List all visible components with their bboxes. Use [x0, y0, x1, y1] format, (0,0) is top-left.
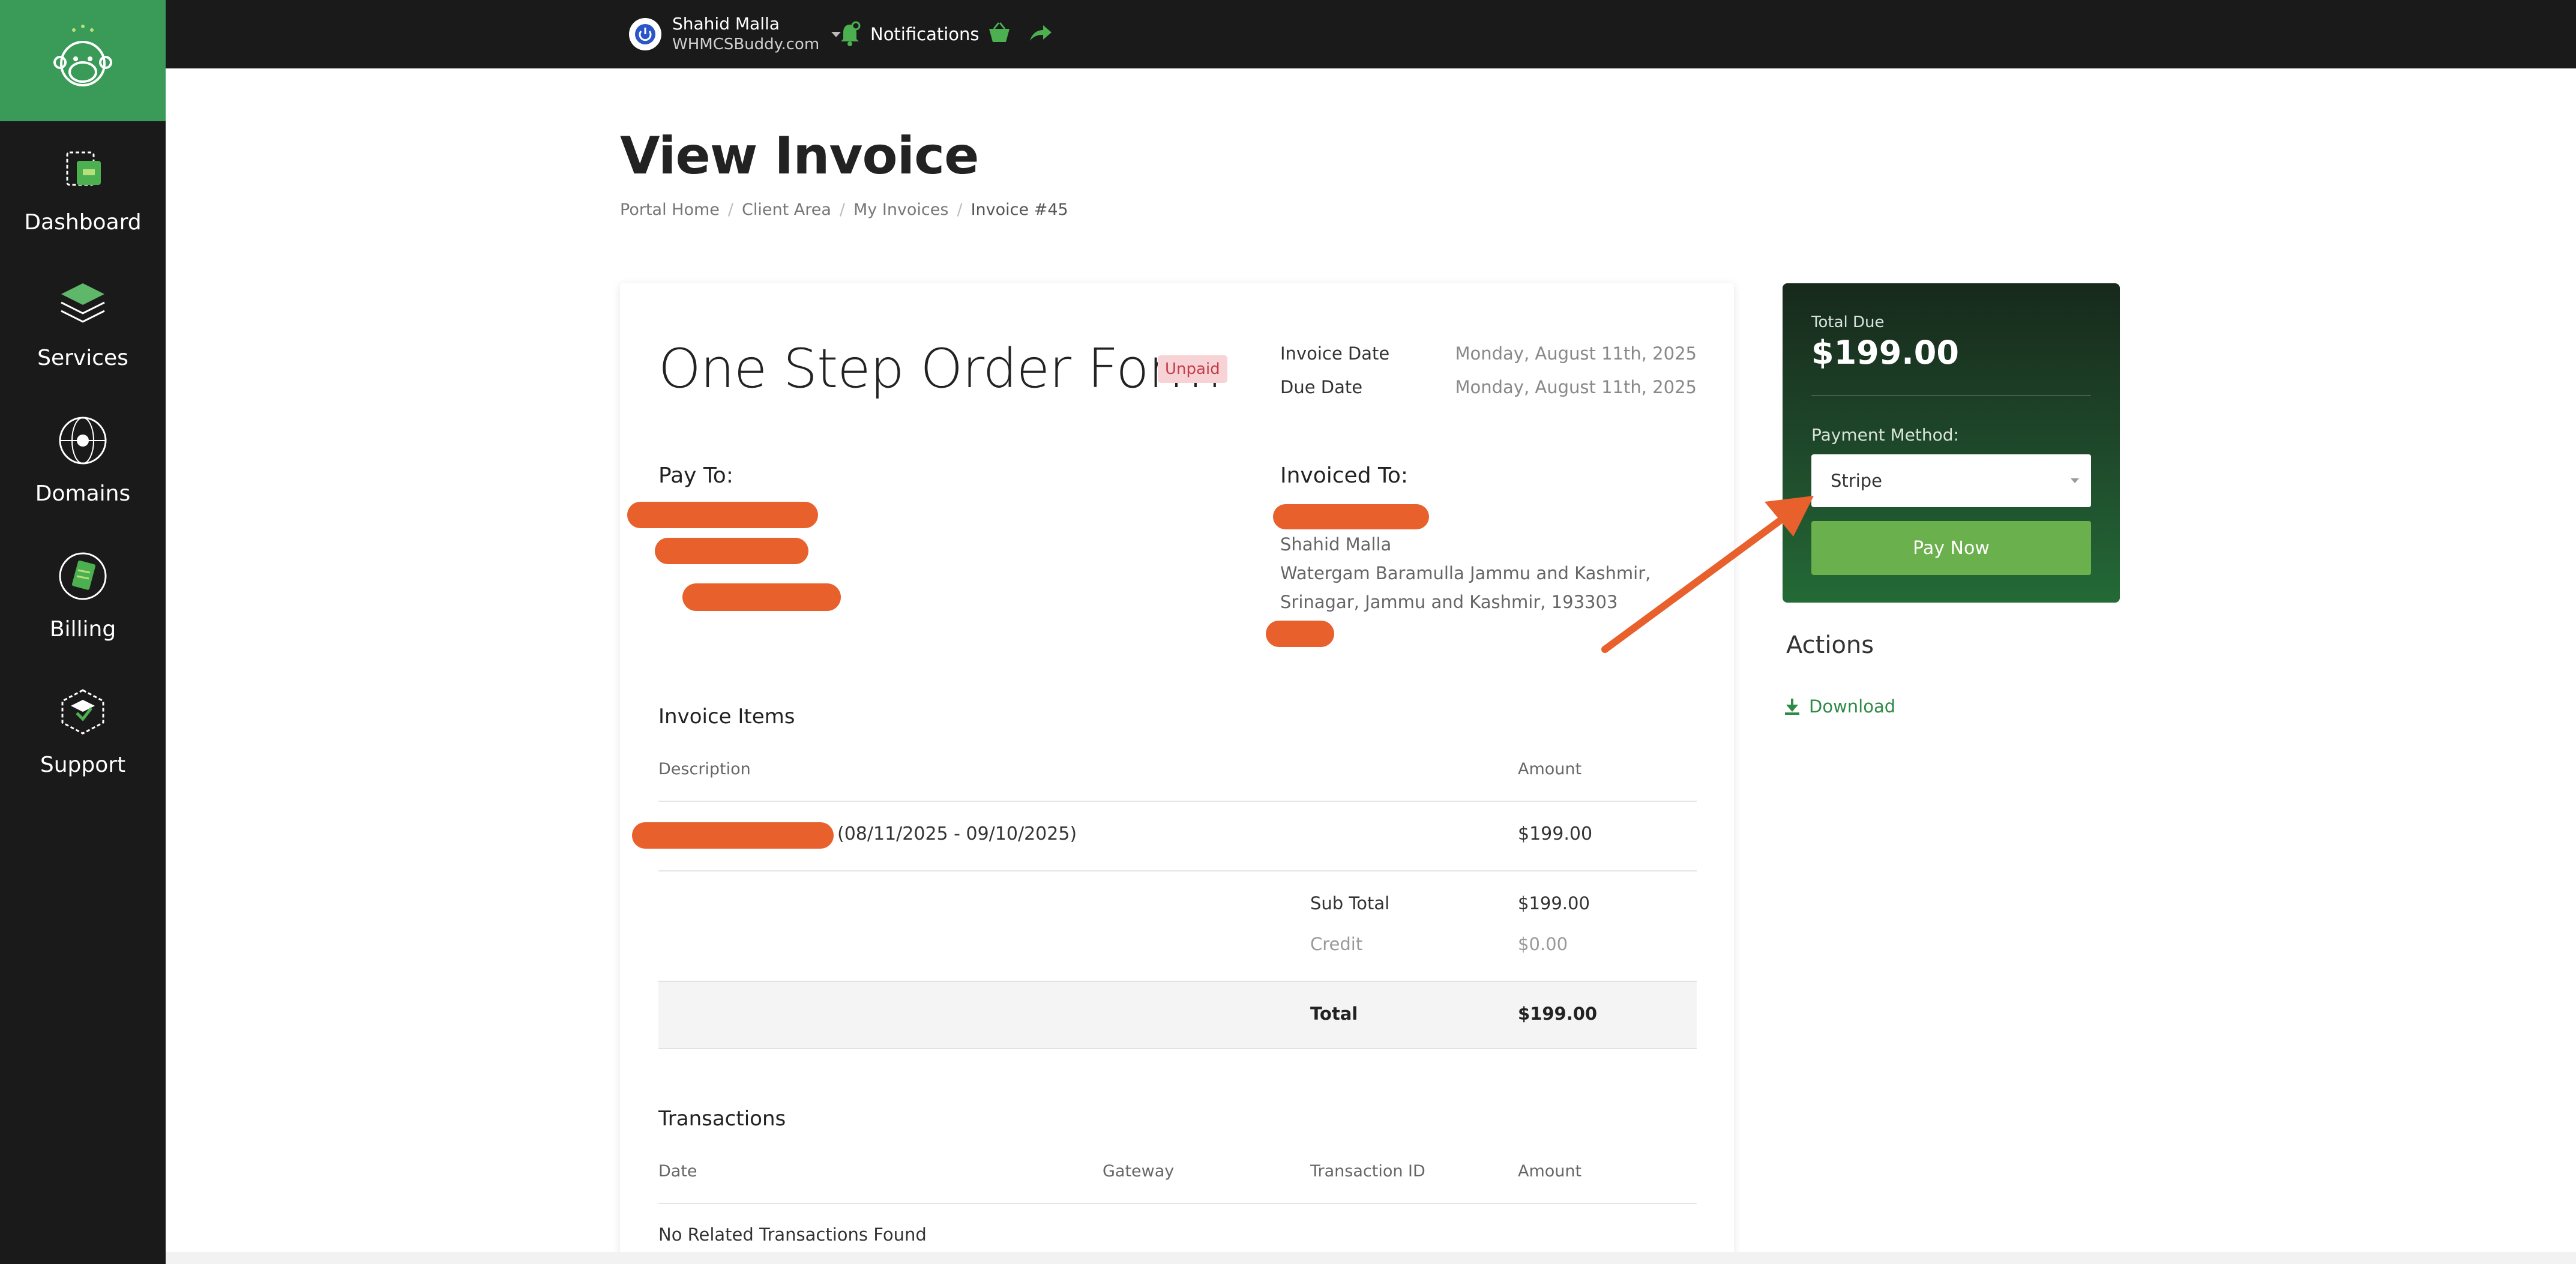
sidebar-item-services[interactable]: Services [0, 275, 166, 395]
breadcrumb-link-client-area[interactable]: Client Area [742, 200, 831, 219]
dashboard-icon [66, 151, 101, 186]
breadcrumb: Portal Home / Client Area / My Invoices … [620, 200, 1068, 219]
sidebar-item-billing[interactable]: Billing [0, 546, 166, 666]
item-amount: $199.00 [1518, 823, 1593, 844]
sidebar-item-label: Billing [49, 617, 116, 642]
breadcrumb-separator: / [839, 200, 845, 219]
due-date-value: Monday, August 11th, 2025 [1455, 377, 1697, 397]
page-bottom-edge [166, 1252, 2576, 1264]
payment-method-label: Payment Method: [1811, 425, 1959, 445]
redaction-mark [655, 538, 808, 564]
item-description: (08/11/2025 - 09/10/2025) [837, 823, 1077, 844]
pay-now-button[interactable]: Pay Now [1811, 521, 2091, 575]
logout-button[interactable] [1028, 20, 1053, 48]
divider [1811, 395, 2091, 396]
invoice-date-value: Monday, August 11th, 2025 [1455, 343, 1697, 364]
breadcrumb-separator: / [727, 200, 733, 219]
monkey-logo-icon [53, 25, 112, 86]
brand-logo[interactable] [0, 0, 166, 121]
invoice-date-label: Invoice Date [1280, 343, 1390, 364]
sidebar-item-support[interactable]: Support [0, 682, 166, 802]
invoice-card: One Step Order Form Unpaid Invoice Date … [620, 283, 1734, 1264]
divider [658, 801, 1697, 802]
page-title: View Invoice [620, 126, 979, 186]
sidebar: Dashboard Services Domains Billing Suppo… [0, 0, 166, 1264]
column-header-description: Description [658, 760, 751, 778]
share-arrow-icon [1030, 25, 1052, 41]
avatar [629, 18, 661, 50]
invoiced-to-name: Shahid Malla [1280, 534, 1392, 555]
credit-value: $0.00 [1518, 934, 1568, 954]
redaction-mark [682, 583, 841, 611]
invoice-items-heading: Invoice Items [658, 705, 795, 729]
column-header-amount: Amount [1518, 1162, 1582, 1181]
basket-icon [989, 22, 1010, 42]
payment-panel: Total Due $199.00 Payment Method: Stripe… [1783, 283, 2120, 603]
breadcrumb-link-my-invoices[interactable]: My Invoices [853, 200, 948, 219]
sidebar-item-dashboard[interactable]: Dashboard [0, 139, 166, 259]
notifications-label: Notifications [870, 24, 980, 44]
top-bar: Shahid Malla WHMCSBuddy.com Notification… [166, 0, 2576, 68]
breadcrumb-link-portal-home[interactable]: Portal Home [620, 200, 720, 219]
invoiced-to-address-line2: Srinagar, Jammu and Kashmir, 193303 [1280, 592, 1618, 612]
total-value: $199.00 [1518, 1004, 1598, 1024]
sidebar-item-label: Dashboard [24, 210, 142, 235]
subtotal-label: Sub Total [1310, 893, 1390, 913]
chevron-down-icon [2071, 478, 2079, 483]
payment-method-value: Stripe [1831, 471, 1883, 491]
redaction-mark [632, 822, 834, 849]
domains-icon [59, 417, 107, 465]
bell-icon [841, 21, 861, 46]
pay-to-heading: Pay To: [658, 463, 733, 488]
payment-method-select[interactable]: Stripe [1811, 454, 2091, 507]
power-icon [635, 24, 655, 44]
redaction-mark [1273, 504, 1429, 529]
invoice-title: One Step Order Form [658, 337, 1221, 400]
billing-icon [59, 552, 107, 600]
cart-button[interactable] [987, 20, 1012, 48]
credit-label: Credit [1310, 934, 1363, 954]
column-header-gateway: Gateway [1103, 1162, 1175, 1181]
user-domain: WHMCSBuddy.com [672, 35, 820, 53]
sidebar-item-label: Services [37, 346, 128, 370]
due-date-label: Due Date [1280, 377, 1363, 397]
total-due-amount: $199.00 [1811, 334, 1959, 372]
column-header-date: Date [658, 1162, 697, 1181]
redaction-mark [1266, 621, 1334, 647]
download-icon [1785, 699, 1799, 715]
sidebar-item-domains[interactable]: Domains [0, 411, 166, 531]
total-label: Total [1310, 1004, 1358, 1024]
column-header-amount: Amount [1518, 760, 1582, 778]
sidebar-item-label: Support [40, 753, 126, 777]
column-header-transaction-id: Transaction ID [1310, 1162, 1425, 1181]
invoiced-to-heading: Invoiced To: [1280, 463, 1409, 488]
breadcrumb-current: Invoice #45 [971, 200, 1068, 219]
status-badge: Unpaid [1158, 355, 1227, 383]
subtotal-value: $199.00 [1518, 893, 1590, 913]
account-menu[interactable]: Shahid Malla WHMCSBuddy.com [629, 12, 841, 56]
support-icon [61, 689, 104, 735]
sidebar-item-label: Domains [35, 481, 131, 506]
download-label: Download [1809, 696, 1896, 717]
redaction-mark [627, 502, 818, 528]
total-due-label: Total Due [1811, 313, 1885, 331]
services-icon [61, 283, 105, 323]
transactions-heading: Transactions [658, 1107, 786, 1131]
transactions-empty-message: No Related Transactions Found [658, 1224, 927, 1245]
breadcrumb-separator: / [957, 200, 963, 219]
actions-heading: Actions [1786, 631, 1874, 659]
divider [658, 870, 1697, 871]
user-name: Shahid Malla [672, 14, 780, 34]
notifications-button[interactable]: Notifications [838, 18, 980, 50]
divider [658, 1203, 1697, 1204]
download-link[interactable]: Download [1784, 696, 1895, 717]
